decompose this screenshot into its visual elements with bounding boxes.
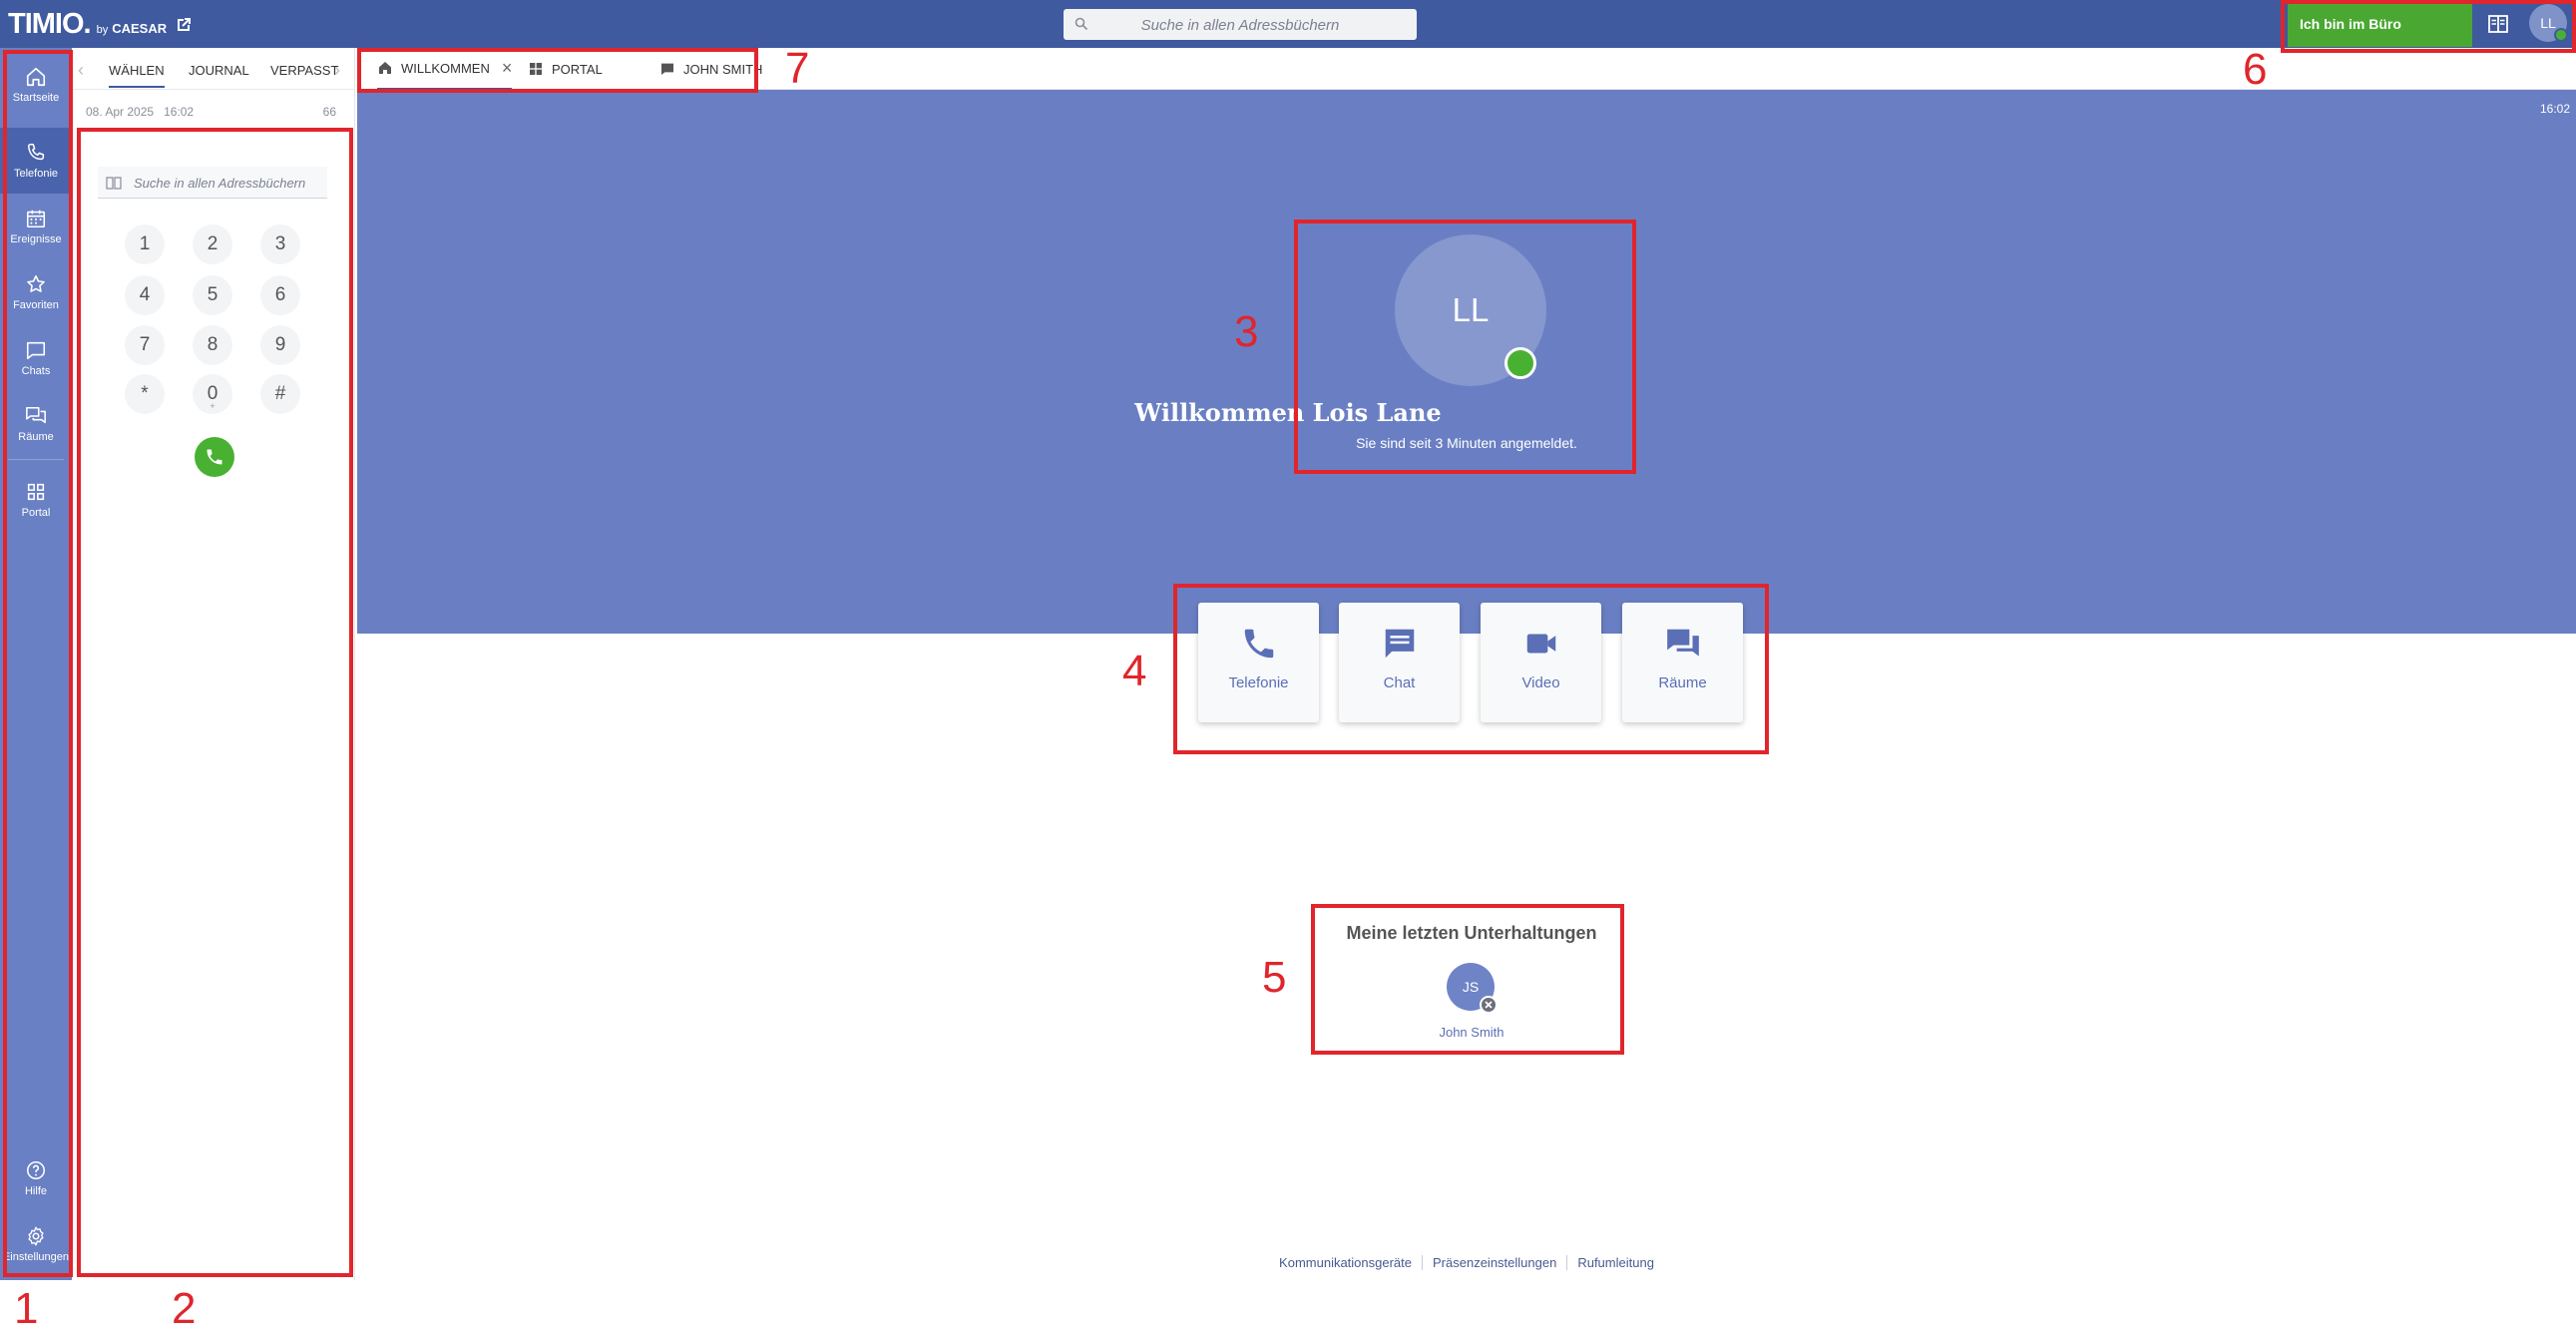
footer-link-group: Kommunikationsgeräte Präsenzeinstellunge… (1269, 1255, 1664, 1270)
annotation-number-4: 4 (1122, 647, 1147, 695)
annotation-box-3 (1294, 220, 1636, 474)
annotation-box-1 (3, 50, 73, 1277)
annotation-number-7: 7 (785, 44, 810, 93)
logo-by: by (96, 24, 109, 36)
annotation-box-4 (1173, 584, 1769, 754)
annotation-number-6: 6 (2243, 45, 2268, 94)
annotation-box-7 (357, 48, 758, 93)
annotation-box-5 (1311, 904, 1624, 1055)
app-logo[interactable]: TIMIO. by CAESAR (8, 8, 193, 41)
tab-verpasst[interactable]: VERPASST (270, 63, 338, 78)
banner-time: 16:02 (2539, 102, 2570, 116)
logo-text: TIMIO. (8, 8, 92, 40)
date-value: 08. Apr 2025 (86, 105, 155, 119)
annotation-box-6 (2281, 0, 2576, 53)
annotation-number-5: 5 (1262, 953, 1287, 1002)
link-rufumleitung[interactable]: Rufumleitung (1566, 1255, 1664, 1270)
annotation-number-3: 3 (1234, 307, 1259, 356)
external-link-icon[interactable] (175, 16, 193, 34)
dial-count: 66 (322, 105, 336, 119)
dial-date: 08. Apr 2025 16:02 (86, 105, 194, 119)
tab-waehlen[interactable]: WÄHLEN (109, 63, 165, 88)
time-value: 16:02 (164, 105, 195, 119)
link-kommunikationsgeraete[interactable]: Kommunikationsgeräte (1269, 1255, 1422, 1270)
chevron-right-icon[interactable]: › (334, 60, 340, 81)
link-praesenzeinstellungen[interactable]: Präsenzeinstellungen (1422, 1255, 1566, 1270)
global-search-input[interactable]: Suche in allen Adressbüchern (1064, 9, 1417, 40)
tab-journal[interactable]: JOURNAL (189, 63, 249, 78)
footer-links: Kommunikationsgeräte Präsenzeinstellunge… (0, 1255, 2576, 1270)
annotation-box-2 (77, 128, 353, 1277)
dial-tabs: ‹ WÄHLEN JOURNAL VERPASST › (72, 48, 355, 90)
logo-brand: CAESAR (112, 21, 168, 36)
global-search-placeholder: Suche in allen Adressbüchern (1140, 17, 1340, 34)
chevron-left-icon[interactable]: ‹ (78, 60, 84, 81)
top-bar: TIMIO. by CAESAR Suche in allen Adressbü… (0, 0, 2576, 48)
